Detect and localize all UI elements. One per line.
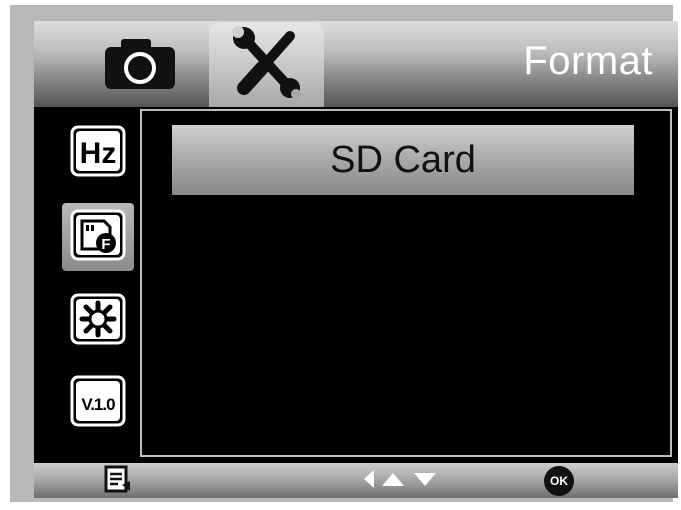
sidebar-item-frequency[interactable]: Hz [62,119,134,187]
sidebar-item-version[interactable]: V.1.0 [62,369,134,437]
sd-format-icon-label: F [101,236,110,253]
ok-icon: OK [544,466,574,496]
sd-format-icon: F [70,209,126,266]
sidebar-item-brightness[interactable] [62,287,134,355]
bottom-bar: OK [34,463,678,498]
tab-camera[interactable] [84,23,196,107]
left-arrow-icon [362,468,376,495]
navigation-hint [362,466,438,496]
ok-button[interactable]: OK [544,466,574,496]
page-title: Format [523,39,653,83]
sidebar-item-format[interactable]: F [62,203,134,271]
option-label: SD Card [330,138,476,181]
frequency-icon: Hz [70,125,126,182]
down-arrow-icon [412,470,438,493]
up-arrow-icon [380,470,406,493]
camera-icon [103,35,177,96]
tools-icon [228,25,306,105]
frequency-icon-label: Hz [80,137,117,170]
brightness-icon [70,293,126,350]
top-bar: Format [34,21,678,107]
sidebar: Hz F V.1.0 [34,107,144,463]
tab-settings[interactable] [209,23,324,107]
device-frame: Format Hz F V.1.0 SD Card OK [10,5,678,502]
menu-button[interactable] [104,465,132,498]
options-panel: SD Card [140,109,672,457]
version-icon-label: V.1.0 [81,395,115,414]
menu-icon [104,465,132,498]
screen: Format Hz F V.1.0 SD Card OK [34,21,678,498]
option-sd-card[interactable]: SD Card [172,125,634,195]
version-icon: V.1.0 [70,375,126,432]
